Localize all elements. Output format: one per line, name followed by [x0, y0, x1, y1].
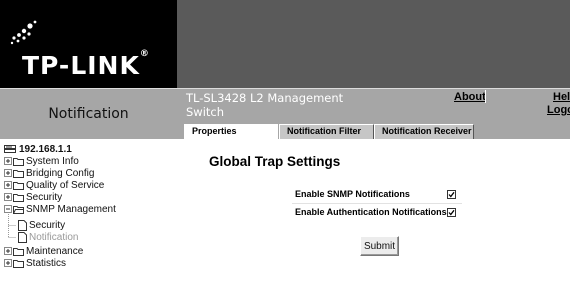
- sidebar-item-label: Security: [26, 191, 63, 203]
- folder-icon: [13, 169, 24, 178]
- folder-icon: [13, 247, 24, 256]
- document-icon: [18, 231, 27, 243]
- sidebar-item-security[interactable]: Security: [4, 191, 62, 203]
- device-title: TL-SL3428 L2 Management Switch: [186, 91, 344, 119]
- submit-button[interactable]: Submit: [360, 236, 399, 256]
- sidebar-item-maintenance[interactable]: Maintenance: [4, 245, 83, 257]
- plus-expander-icon[interactable]: [4, 193, 12, 201]
- trademark-mark: ®: [139, 49, 150, 59]
- folder-icon: [13, 157, 24, 166]
- brand-name: TP-LINK: [22, 51, 140, 80]
- main-content: Global Trap Settings Enable SNMP Notific…: [177, 139, 570, 286]
- document-icon: [18, 219, 27, 231]
- folder-icon: [13, 181, 24, 190]
- sidebar-item-label: Statistics: [26, 257, 67, 269]
- auth-notifications-label: Enable Authentication Notifications: [295, 207, 447, 217]
- plus-expander-icon[interactable]: [4, 259, 12, 267]
- plus-expander-icon[interactable]: [4, 247, 12, 255]
- tab-notification-filter[interactable]: Notification Filter: [279, 124, 374, 139]
- sidebar-item-notification[interactable]: Notification: [18, 231, 78, 243]
- section-title: Notification: [48, 106, 129, 122]
- sidebar-item-label: Bridging Config: [26, 167, 95, 179]
- checkmark-icon: [448, 191, 455, 198]
- device-bar: TL-SL3428 L2 Management Switch About Hel…: [177, 89, 570, 123]
- header-banner: [177, 0, 570, 88]
- plus-expander-icon[interactable]: [4, 181, 12, 189]
- sidebar-item-label: Quality of Service: [26, 179, 105, 191]
- brand-logo: TP-LINK®: [22, 49, 150, 80]
- plus-expander-icon[interactable]: [4, 157, 12, 165]
- sidebar-item-label: Security: [29, 219, 66, 231]
- page-title: Global Trap Settings: [209, 154, 341, 169]
- tab-bar: Properties Notification Filter Notificat…: [177, 123, 570, 140]
- sidebar-item-label: Notification: [29, 231, 79, 243]
- link-divider: [485, 90, 486, 103]
- sidebar-item-label: SNMP Management: [26, 203, 116, 215]
- snmp-notifications-checkbox[interactable]: [447, 190, 456, 199]
- section-title-panel: Notification: [0, 89, 177, 139]
- tree-root-label: 192.168.1.1: [19, 143, 72, 155]
- sidebar-item-label: Maintenance: [26, 245, 84, 257]
- logout-link[interactable]: Logo: [547, 104, 570, 116]
- tab-properties[interactable]: Properties: [184, 124, 278, 140]
- plus-expander-icon[interactable]: [4, 169, 12, 177]
- sidebar-item-statistics[interactable]: Statistics: [4, 257, 66, 269]
- tree-root[interactable]: 192.168.1.1: [4, 143, 72, 155]
- snmp-notifications-label: Enable SNMP Notifications: [295, 189, 410, 199]
- nav-tree: 192.168.1.1 System Info Bridging Config …: [0, 139, 177, 286]
- computer-icon: [4, 145, 16, 153]
- minus-expander-icon[interactable]: [4, 205, 12, 213]
- folder-open-icon: [13, 205, 24, 214]
- sidebar-item-quality-of-service[interactable]: Quality of Service: [4, 179, 104, 191]
- folder-icon: [13, 193, 24, 202]
- sidebar-item-bridging-config[interactable]: Bridging Config: [4, 167, 94, 179]
- logo-dots-icon: [10, 20, 37, 45]
- help-link[interactable]: Hel: [553, 91, 570, 103]
- checkmark-icon: [448, 209, 455, 216]
- row-divider: [292, 203, 462, 204]
- brand-header: TP-LINK®: [0, 0, 177, 88]
- about-link[interactable]: About: [454, 91, 486, 103]
- sidebar-item-snmp-security[interactable]: Security: [18, 219, 65, 231]
- sidebar-item-label: System Info: [26, 155, 79, 167]
- auth-notifications-checkbox[interactable]: [447, 208, 456, 217]
- sidebar-item-system-info[interactable]: System Info: [4, 155, 79, 167]
- tab-notification-receiver[interactable]: Notification Receiver: [374, 124, 474, 139]
- folder-icon: [13, 259, 24, 268]
